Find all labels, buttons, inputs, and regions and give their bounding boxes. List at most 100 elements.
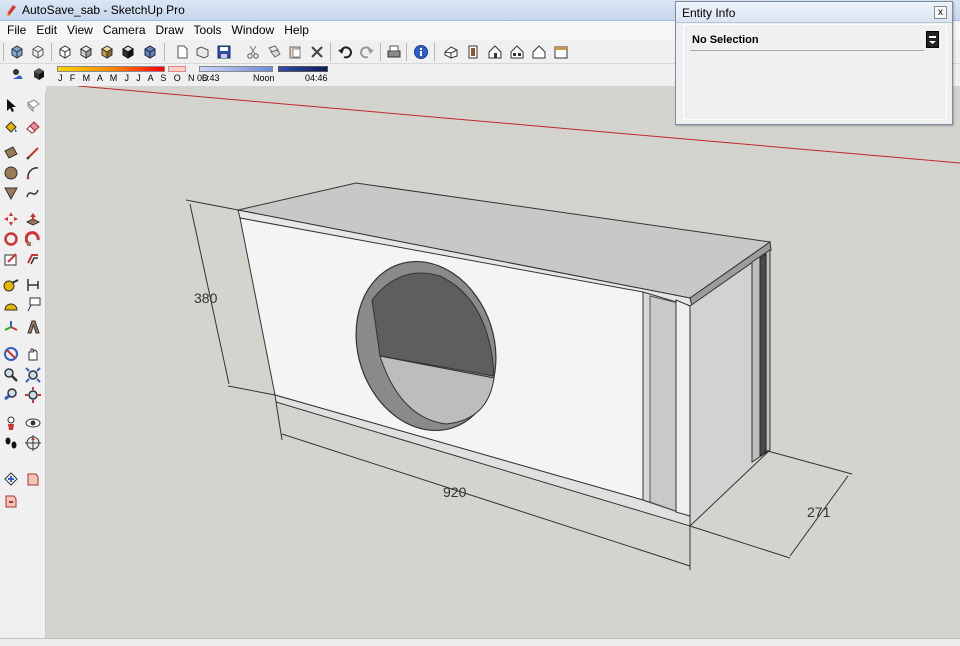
textured-box-icon[interactable] <box>97 42 117 62</box>
back-view-icon[interactable] <box>529 42 549 62</box>
menu-tools[interactable]: Tools <box>189 21 227 40</box>
menu-camera[interactable]: Camera <box>98 21 151 40</box>
xray-box-icon[interactable] <box>7 42 27 62</box>
line-icon[interactable] <box>23 143 43 163</box>
wireframe-box-icon[interactable] <box>28 42 48 62</box>
entity-info-title: Entity Info <box>682 6 736 20</box>
menu-help[interactable]: Help <box>279 21 314 40</box>
shadow-settings-icon[interactable] <box>8 64 28 84</box>
menu-file[interactable]: File <box>2 21 31 40</box>
hidden-line-box-icon[interactable] <box>55 42 75 62</box>
months-label: J F M A M J J A S O N D <box>58 73 211 83</box>
text-icon[interactable] <box>23 295 43 315</box>
zoom-icon[interactable] <box>1 365 21 385</box>
entity-info-header[interactable]: Entity Info x <box>676 2 952 23</box>
front-view-icon[interactable] <box>485 42 505 62</box>
noon-label: Noon <box>253 73 275 83</box>
selection-status: No Selection <box>692 34 759 46</box>
toolbar-separator <box>380 43 381 61</box>
copy-icon[interactable] <box>264 42 284 62</box>
arc-icon[interactable] <box>23 163 43 183</box>
3d-text-icon[interactable] <box>23 317 43 337</box>
time-slider-thumb[interactable] <box>278 66 328 72</box>
tool-palette <box>0 92 46 638</box>
sketchup-app-icon <box>6 5 16 16</box>
month-slider-thumb[interactable] <box>168 66 186 72</box>
look-around-icon[interactable] <box>23 413 43 433</box>
paint-bucket-icon[interactable] <box>1 117 21 137</box>
divider <box>690 50 924 51</box>
eraser-icon[interactable] <box>23 117 43 137</box>
width-dimension-label: 920 <box>443 484 467 500</box>
month-slider-track[interactable] <box>57 66 165 72</box>
toolbar-separator <box>434 43 435 61</box>
circle-icon[interactable] <box>1 163 21 183</box>
select-icon[interactable] <box>1 95 21 115</box>
save-icon[interactable] <box>214 42 234 62</box>
toolbar-separator <box>406 43 407 61</box>
close-icon[interactable]: x <box>934 6 947 19</box>
polygon-icon[interactable] <box>1 183 21 203</box>
xray-mode-icon[interactable] <box>140 42 160 62</box>
sunset-time: 04:46 <box>305 73 328 83</box>
walk-icon[interactable] <box>1 433 21 453</box>
left-view-icon[interactable] <box>551 42 571 62</box>
erase-icon[interactable] <box>307 42 327 62</box>
rectangle-icon[interactable] <box>1 143 21 163</box>
rotate-icon[interactable] <box>1 229 21 249</box>
sketchup-window: AutoSave_sab - SketchUp Pro File Edit Vi… <box>0 0 960 646</box>
toolbar-separator <box>51 43 52 61</box>
display-shadows-icon[interactable] <box>29 64 49 84</box>
previous-view-icon[interactable] <box>1 385 21 405</box>
toolbar-separator <box>330 43 331 61</box>
iso-view-icon[interactable] <box>441 42 461 62</box>
warehouse-icon[interactable] <box>1 469 21 489</box>
zoom-extents-icon[interactable] <box>23 385 43 405</box>
get-models-icon[interactable] <box>23 469 43 489</box>
undo-icon[interactable] <box>335 42 355 62</box>
push-pull-icon[interactable] <box>23 209 43 229</box>
toolbar-separator <box>164 43 165 61</box>
right-view-icon[interactable] <box>507 42 527 62</box>
print-icon[interactable] <box>384 42 404 62</box>
tape-measure-icon[interactable] <box>1 275 21 295</box>
model-viewport[interactable]: 380 920 271 <box>46 86 960 638</box>
height-dimension-label: 380 <box>194 290 218 306</box>
make-component-icon[interactable] <box>23 95 43 115</box>
section-plane-icon[interactable] <box>23 433 43 453</box>
offset-icon[interactable] <box>23 249 43 269</box>
menu-draw[interactable]: Draw <box>151 21 189 40</box>
box-right-edge-shadow <box>759 253 767 457</box>
menu-window[interactable]: Window <box>227 21 280 40</box>
top-view-icon[interactable] <box>463 42 483 62</box>
entity-info-body: No Selection <box>683 24 947 120</box>
new-icon[interactable] <box>172 42 192 62</box>
pan-icon[interactable] <box>23 344 43 364</box>
cut-icon[interactable] <box>243 42 263 62</box>
redo-icon[interactable] <box>357 42 377 62</box>
open-icon[interactable] <box>193 42 213 62</box>
menu-view[interactable]: View <box>62 21 98 40</box>
paste-icon[interactable] <box>285 42 305 62</box>
position-camera-icon[interactable] <box>1 413 21 433</box>
follow-me-icon[interactable] <box>23 229 43 249</box>
sunrise-time: 06:43 <box>197 73 220 83</box>
dimension-icon[interactable] <box>23 275 43 295</box>
share-model-icon[interactable] <box>1 491 21 511</box>
protractor-icon[interactable] <box>1 295 21 315</box>
depth-dimension-label: 271 <box>807 504 831 520</box>
time-slider-track[interactable] <box>199 66 273 72</box>
menu-edit[interactable]: Edit <box>31 21 62 40</box>
box-side-panel <box>675 299 691 517</box>
move-icon[interactable] <box>1 209 21 229</box>
model-info-icon[interactable] <box>411 42 431 62</box>
axes-icon[interactable] <box>1 317 21 337</box>
orbit-icon[interactable] <box>1 344 21 364</box>
model-canvas[interactable] <box>46 86 960 638</box>
freehand-icon[interactable] <box>23 183 43 203</box>
zoom-window-icon[interactable] <box>23 365 43 385</box>
expand-details-icon[interactable] <box>926 31 939 48</box>
shaded-box-icon[interactable] <box>76 42 96 62</box>
scale-icon[interactable] <box>1 249 21 269</box>
monochrome-box-icon[interactable] <box>118 42 138 62</box>
